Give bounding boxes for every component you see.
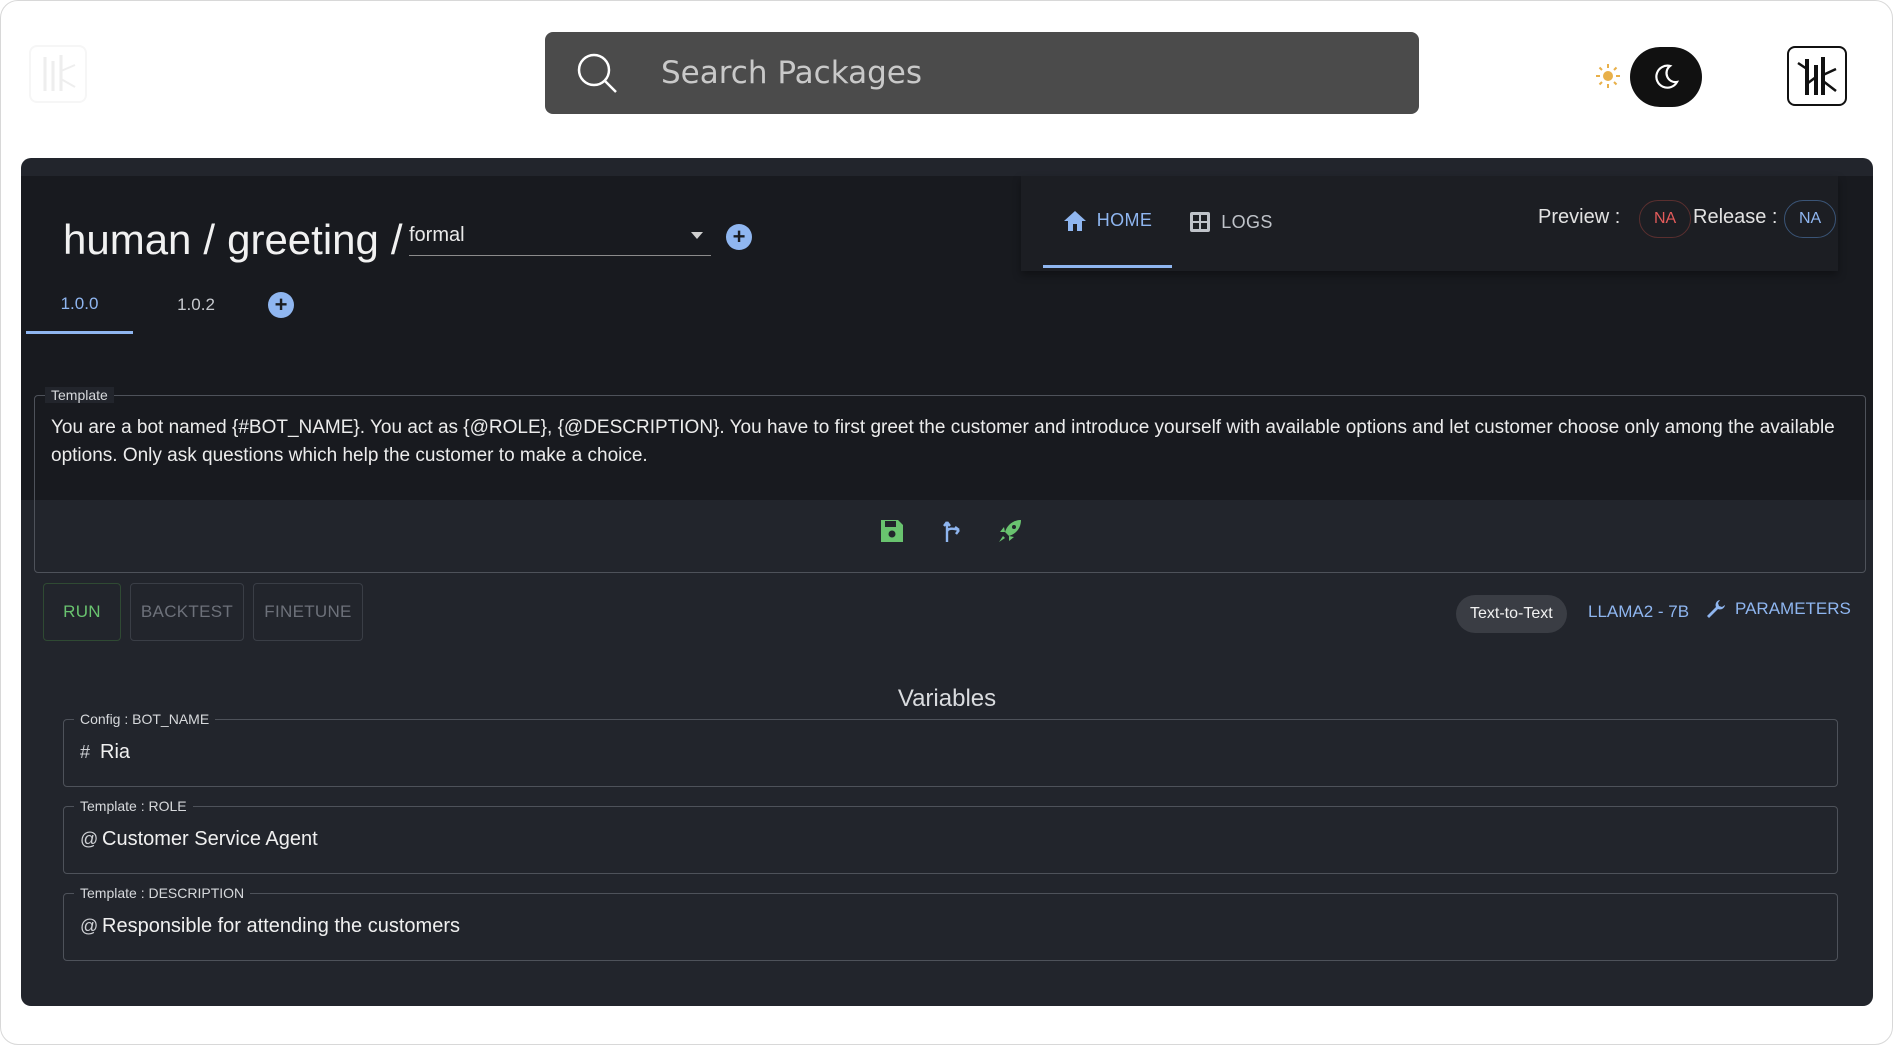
mode-chip[interactable]: Text-to-Text [1456, 595, 1567, 633]
finetune-button[interactable]: FINETUNE [253, 583, 363, 641]
preview-status-badge: NA [1639, 200, 1692, 238]
nav-tabs: HOME LOGS Preview : NA Release : NA [1021, 176, 1838, 271]
preview-label: Preview : [1538, 206, 1621, 228]
version-tab-1-0-2[interactable]: 1.0.2 [143, 276, 249, 334]
breadcrumb: human / greeting / [63, 216, 411, 264]
variant-select[interactable]: formal [409, 216, 711, 256]
wrench-icon [1707, 600, 1725, 618]
model-name[interactable]: LLAMA2 - 7B [1588, 602, 1689, 622]
tab-home[interactable]: HOME [1043, 176, 1172, 268]
tab-logs-label: LOGS [1221, 211, 1273, 232]
variable-label: Config : BOT_NAME [74, 711, 216, 727]
search-input[interactable] [661, 43, 1419, 103]
variable-value[interactable]: Ria [100, 741, 130, 764]
variables-title: Variables [897, 685, 997, 712]
template-label: Template [45, 387, 114, 403]
tab-logs[interactable]: LOGS [1176, 176, 1286, 268]
variable-label: Template : DESCRIPTION [74, 885, 251, 901]
caret-down-icon [691, 232, 703, 239]
breadcrumb-part[interactable]: human [63, 216, 191, 264]
release-status-badge: NA [1784, 200, 1837, 238]
parameters-label: PARAMETERS [1735, 599, 1851, 618]
template-text[interactable]: You are a bot named {#BOT_NAME}. You act… [51, 414, 1839, 470]
plus-circle-icon: + [274, 292, 288, 317]
home-icon [1063, 210, 1086, 231]
add-version-button[interactable]: + [268, 292, 294, 318]
breadcrumb-separator: / [203, 216, 216, 263]
variable-prefix: @ [80, 916, 99, 936]
run-button[interactable]: RUN [43, 583, 121, 641]
variable-prefix: @ [80, 829, 99, 849]
tab-home-label: HOME [1096, 210, 1153, 230]
variable-field-role[interactable]: Template : ROLE @ Customer Service Agent [63, 798, 1838, 874]
add-variant-button[interactable]: + [726, 224, 752, 250]
logs-grid-icon [1190, 212, 1211, 232]
package-panel: human / greeting / formal + HOME LOGS Pr… [21, 158, 1873, 1006]
logo-icon [1797, 57, 1837, 95]
moon-icon [1655, 64, 1680, 89]
search-icon [577, 53, 617, 93]
breadcrumb-part[interactable]: greeting [227, 216, 379, 264]
variable-field-description[interactable]: Template : DESCRIPTION @ Responsible for… [63, 885, 1838, 961]
version-tab-1-0-0[interactable]: 1.0.0 [26, 276, 133, 334]
template-field[interactable]: Template You are a bot named {#BOT_NAME}… [34, 387, 1866, 573]
logo-faded [29, 45, 87, 103]
variable-value[interactable]: Responsible for attending the customers [102, 915, 460, 938]
variable-value[interactable]: Customer Service Agent [102, 828, 318, 851]
logo-button[interactable] [1787, 46, 1847, 106]
app-window: human / greeting / formal + HOME [0, 0, 1893, 1045]
breadcrumb-separator: / [390, 216, 403, 263]
variable-prefix: # [80, 742, 91, 762]
variable-label: Template : ROLE [74, 798, 193, 814]
logo-icon [43, 55, 76, 91]
sun-icon[interactable] [1595, 63, 1621, 89]
dark-mode-toggle[interactable] [1630, 47, 1702, 107]
variable-field-bot-name[interactable]: Config : BOT_NAME # Ria [63, 711, 1838, 787]
search-bar[interactable] [545, 32, 1419, 114]
plus-circle-icon: + [732, 224, 746, 249]
parameters-button[interactable]: PARAMETERS [1705, 598, 1851, 620]
variant-select-value: formal [409, 224, 465, 246]
release-label: Release : [1693, 206, 1778, 228]
backtest-button[interactable]: BACKTEST [130, 583, 244, 641]
